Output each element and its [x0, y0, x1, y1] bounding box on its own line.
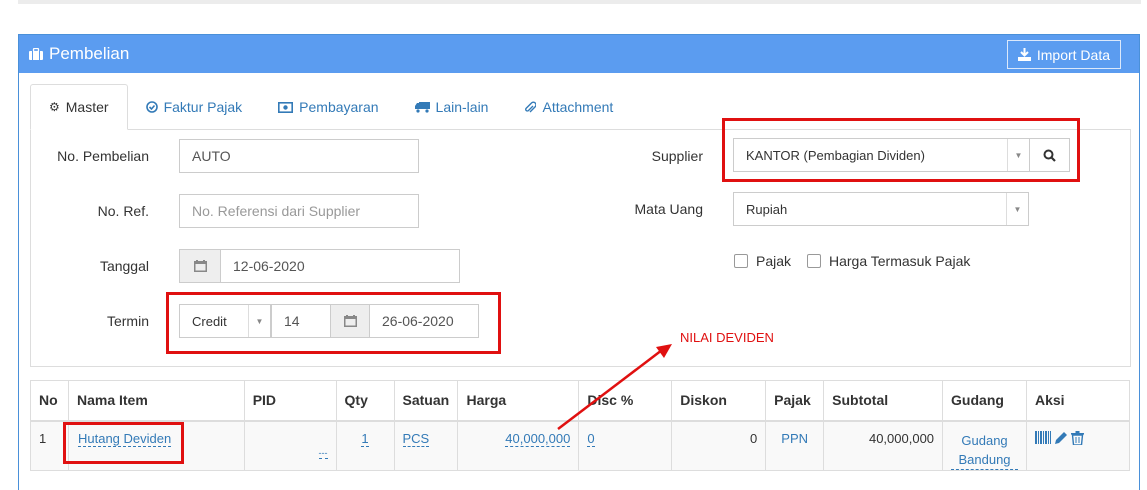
- tab-label: Lain-lain: [435, 99, 489, 115]
- col-qty: Qty: [335, 380, 395, 422]
- no-ref-label: No. Ref.: [97, 203, 149, 219]
- cell-pajak: PPN: [765, 420, 825, 471]
- annotation-label: NILAI DEVIDEN: [680, 330, 774, 345]
- trash-icon[interactable]: [1071, 430, 1084, 445]
- pajak-value[interactable]: PPN: [781, 431, 808, 446]
- pajak-label: Pajak: [756, 253, 792, 269]
- col-gudang: Gudang: [942, 380, 1027, 422]
- panel-title: Pembelian: [49, 44, 130, 63]
- harga-termasuk-pajak-label: Harga Termasuk Pajak: [829, 253, 971, 269]
- cell-subtotal: 40,000,000: [823, 420, 944, 471]
- col-no: No: [30, 380, 69, 422]
- checkbox-box[interactable]: [807, 254, 821, 268]
- mata-uang-select[interactable]: Rupiah ▼: [733, 192, 1029, 226]
- tab-master[interactable]: ⚙ Master: [30, 84, 128, 130]
- panel-header: Pembelian Import Data: [19, 35, 1139, 73]
- supplier-label: Supplier: [651, 148, 703, 164]
- tanggal-input[interactable]: 12-06-2020: [220, 249, 460, 283]
- tab-label: Faktur Pajak: [163, 99, 243, 115]
- no-pembelian-input[interactable]: AUTO: [179, 139, 419, 173]
- cell-gudang: Gudang Bandung: [942, 420, 1027, 471]
- mata-uang-value: Rupiah: [746, 201, 788, 217]
- paperclip-icon: [525, 101, 537, 112]
- col-pajak: Pajak: [765, 380, 825, 422]
- tab-label: Pembayaran: [299, 99, 379, 115]
- satuan-link[interactable]: PCS: [402, 430, 430, 447]
- row-actions: [1035, 430, 1121, 445]
- tanggal-label: Tanggal: [99, 258, 149, 274]
- termin-label: Termin: [106, 313, 149, 329]
- caret-down-icon: ▼: [1006, 193, 1028, 225]
- tab-pembayaran[interactable]: Pembayaran: [260, 84, 396, 130]
- tab-label: Master: [65, 99, 109, 115]
- import-data-label: Import Data: [1036, 46, 1110, 63]
- pajak-checkbox[interactable]: Pajak: [734, 253, 791, 269]
- gudang-link[interactable]: Gudang Bandung: [951, 431, 1018, 470]
- mata-uang-label: Mata Uang: [634, 201, 703, 217]
- annotation-arrow: [557, 344, 672, 430]
- col-nama-item: Nama Item: [67, 380, 245, 422]
- import-data-button[interactable]: Import Data: [1006, 40, 1121, 69]
- cell-diskon: 0: [671, 420, 767, 471]
- money-icon: [278, 101, 294, 113]
- termin-highlight-box: [166, 292, 501, 354]
- nama-item-highlight-box: [63, 422, 184, 464]
- harga-termasuk-pajak-checkbox[interactable]: Harga Termasuk Pajak: [807, 253, 970, 269]
- col-satuan: Satuan: [393, 380, 459, 422]
- gears-icon: ⚙: [49, 100, 60, 114]
- tab-lain-lain[interactable]: Lain-lain: [397, 84, 507, 130]
- cell-pid: ---: [243, 420, 337, 471]
- tab-attachment[interactable]: Attachment: [506, 84, 631, 130]
- col-pid: PID: [243, 380, 337, 422]
- barcode-icon[interactable]: [1035, 431, 1051, 444]
- cell-aksi: [1026, 420, 1130, 471]
- tab-faktur-pajak[interactable]: Faktur Pajak: [128, 84, 261, 130]
- cell-satuan: PCS: [393, 420, 459, 471]
- download-icon: [1017, 48, 1031, 61]
- pid-link[interactable]: ---: [318, 447, 328, 459]
- top-strip: [18, 0, 1141, 4]
- checkbox-box[interactable]: [734, 254, 748, 268]
- col-aksi: Aksi: [1026, 380, 1130, 422]
- tab-bar: ⚙ Master Faktur Pajak Pembayaran Lain-la…: [30, 84, 631, 130]
- col-subtotal: Subtotal: [823, 380, 944, 422]
- check-circle-icon: [145, 101, 158, 113]
- no-pembelian-label: No. Pembelian: [57, 148, 149, 164]
- briefcase-icon: [29, 48, 43, 60]
- supplier-highlight-box: [722, 118, 1080, 182]
- col-diskon: Diskon: [671, 380, 767, 422]
- tab-label: Attachment: [542, 99, 614, 115]
- qty-link[interactable]: 1: [361, 430, 369, 447]
- calendar-icon: [179, 249, 221, 283]
- no-ref-input[interactable]: No. Referensi dari Supplier: [179, 194, 419, 228]
- truck-icon: [414, 102, 430, 113]
- pencil-icon[interactable]: [1054, 431, 1068, 445]
- cell-qty: 1: [335, 420, 395, 471]
